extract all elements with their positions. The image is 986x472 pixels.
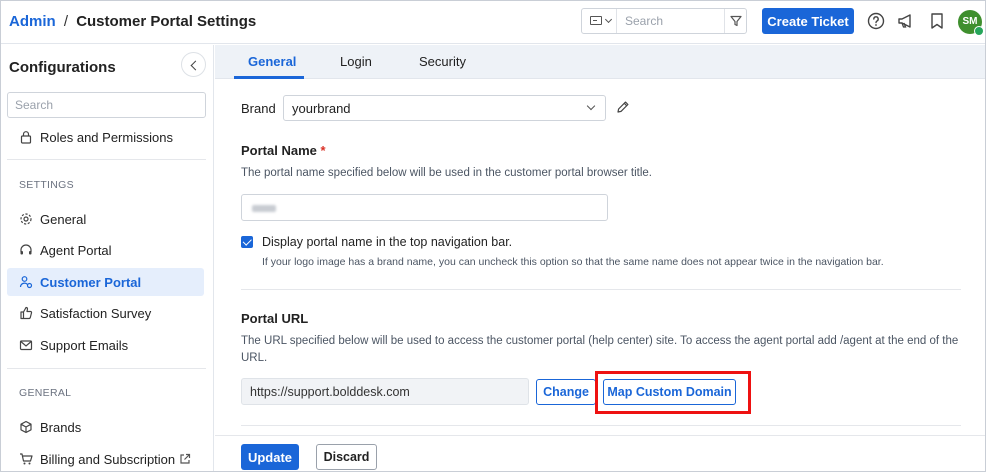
filter-button[interactable] [724,9,747,33]
portal-url-field: https://support.bolddesk.com [241,378,529,405]
megaphone-icon[interactable] [896,11,916,31]
required-mark: * [320,143,326,158]
sidebar-item-label: General [40,212,87,227]
gear-icon [20,213,32,225]
sidebar-item-label: Satisfaction Survey [40,306,152,321]
tab-login[interactable]: Login [340,54,372,69]
bookmark-icon[interactable] [927,11,947,31]
portal-name-label: Portal Name * [241,143,326,158]
breadcrumb-separator: / [63,13,69,30]
sidebar-divider [7,159,206,160]
sidebar-title: Configurations [9,59,116,76]
sidebar-item-support-emails[interactable]: Support Emails [7,331,204,359]
sidebar-item-general[interactable]: General [7,205,204,233]
sidebar-item-label: Customer Portal [40,275,142,290]
filter-icon [730,15,742,27]
edit-brand-icon[interactable] [616,100,630,114]
help-icon[interactable] [866,11,886,31]
settings-tabs: General Login Security [215,45,985,79]
section-divider [241,289,961,290]
mail-icon [19,340,33,351]
sidebar-item-customer-portal[interactable]: Customer Portal [7,268,204,296]
display-portal-name-hint: If your logo image has a brand name, you… [262,256,884,268]
sidebar-item-label: Support Emails [40,338,129,353]
sidebar-divider [7,368,206,369]
sidebar-item-satisfaction-survey[interactable]: Satisfaction Survey [7,299,204,327]
online-status-icon [974,26,984,36]
app-window: Admin / Customer Portal Settings Search … [0,0,986,472]
card-icon [590,16,602,25]
tab-security[interactable]: Security [419,54,466,69]
cart-icon [20,453,33,465]
breadcrumb: Admin / Customer Portal Settings [9,13,256,30]
highlight-box [595,371,751,414]
redacted-value [252,205,276,212]
headset-icon [20,244,32,255]
portal-url-label: Portal URL [241,311,309,326]
change-url-button[interactable]: Change [536,379,596,405]
portal-url-description: The URL specified below will be used to … [241,335,959,364]
portal-name-label-text: Portal Name [241,143,317,158]
discard-button[interactable]: Discard [316,444,377,470]
user-gear-icon [19,276,33,289]
global-search: Search [581,8,747,34]
brand-select-value: yourbrand [292,101,351,116]
brand-select[interactable]: yourbrand [283,95,606,121]
portal-url-value: https://support.bolddesk.com [250,385,410,399]
sidebar-section-settings: SETTINGS [19,179,74,191]
sidebar-item-agent-portal[interactable]: Agent Portal [7,236,204,264]
active-tab-indicator [234,76,304,79]
search-module-dropdown[interactable] [582,9,617,33]
portal-name-input[interactable] [241,194,608,221]
sidebar-collapse-button[interactable] [181,52,206,77]
sidebar-item-roles-and-permissions[interactable]: Roles and Permissions [7,123,204,151]
sidebar-item-brands[interactable]: Brands [7,413,204,441]
thumbs-up-icon [20,306,33,320]
sidebar-item-billing-and-subscription[interactable]: Billing and Subscription [7,445,204,471]
page-title: Customer Portal Settings [76,13,257,30]
external-link-icon [180,453,191,464]
breadcrumb-admin-link[interactable]: Admin [9,13,56,30]
sidebar-item-label: Billing and Subscription [40,452,176,467]
portal-name-description: The portal name specified below will be … [241,167,653,179]
avatar[interactable]: SM [958,10,984,36]
chevron-down-icon [586,101,596,111]
update-button[interactable]: Update [241,444,299,470]
avatar-initials: SM [962,16,978,27]
lock-icon [20,131,32,144]
create-ticket-button[interactable]: Create Ticket [762,8,854,34]
display-portal-name-label[interactable]: Display portal name in the top navigatio… [262,234,512,251]
footer-divider [215,435,985,436]
sidebar-item-label: Roles and Permissions [40,130,173,145]
chevron-down-icon [604,15,613,24]
display-portal-name-checkbox[interactable] [241,236,253,248]
cube-icon [20,420,32,434]
sidebar-item-label: Agent Portal [40,243,112,258]
section-divider [241,425,961,426]
search-input[interactable]: Search [625,14,663,28]
sidebar: Configurations Search Roles and Permissi… [1,45,214,471]
sidebar-section-general: GENERAL [19,387,72,399]
tab-general[interactable]: General [248,54,296,69]
sidebar-search-input[interactable]: Search [7,92,206,118]
top-bar: Admin / Customer Portal Settings Search … [1,1,985,44]
sidebar-item-label: Brands [40,420,82,435]
brand-label: Brand [241,101,276,116]
